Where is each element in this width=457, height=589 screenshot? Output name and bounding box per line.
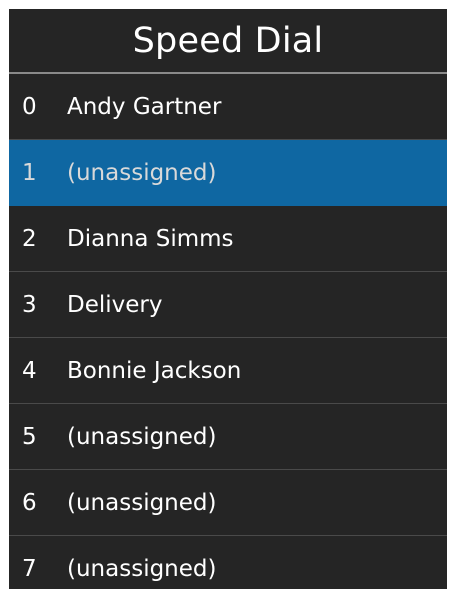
speed-dial-entry-6[interactable]: 6 (unassigned) — [9, 470, 447, 536]
entry-name: Dianna Simms — [67, 225, 234, 252]
entry-name: Andy Gartner — [67, 93, 222, 120]
entry-number: 2 — [22, 225, 37, 252]
speed-dial-entry-5[interactable]: 5 (unassigned) — [9, 404, 447, 470]
entry-name: (unassigned) — [67, 423, 217, 450]
entry-number: 7 — [22, 555, 37, 582]
speed-dial-screen: Speed Dial 0 Andy Gartner 1 (unassigned)… — [9, 9, 447, 589]
entry-number: 5 — [22, 423, 37, 450]
entry-name: (unassigned) — [67, 489, 217, 516]
speed-dial-entry-1[interactable]: 1 (unassigned) — [9, 140, 447, 206]
entry-name: Bonnie Jackson — [67, 357, 242, 384]
speed-dial-list: 0 Andy Gartner 1 (unassigned) 2 Dianna S… — [9, 74, 447, 589]
entry-number: 1 — [22, 159, 37, 186]
page-title: Speed Dial — [9, 9, 447, 74]
speed-dial-entry-0[interactable]: 0 Andy Gartner — [9, 74, 447, 140]
entry-number: 3 — [22, 291, 37, 318]
entry-name: (unassigned) — [67, 159, 217, 186]
entry-number: 6 — [22, 489, 37, 516]
speed-dial-entry-4[interactable]: 4 Bonnie Jackson — [9, 338, 447, 404]
entry-number: 4 — [22, 357, 37, 384]
entry-name: (unassigned) — [67, 555, 217, 582]
speed-dial-entry-3[interactable]: 3 Delivery — [9, 272, 447, 338]
entry-number: 0 — [22, 93, 37, 120]
speed-dial-entry-7[interactable]: 7 (unassigned) — [9, 536, 447, 589]
speed-dial-entry-2[interactable]: 2 Dianna Simms — [9, 206, 447, 272]
entry-name: Delivery — [67, 291, 163, 318]
